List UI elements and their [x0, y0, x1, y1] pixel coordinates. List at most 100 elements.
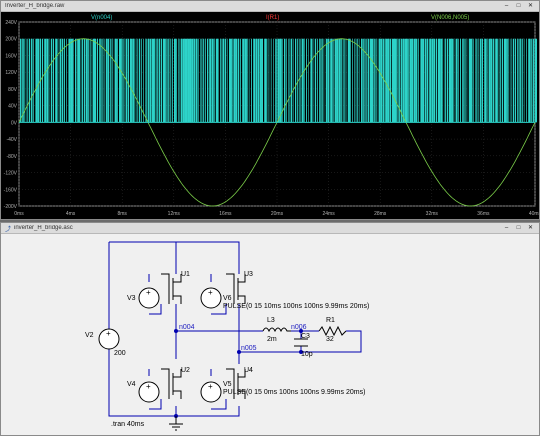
pwm-pulse: [462, 38, 464, 123]
waveform-plot[interactable]: V(n004) I(R1) V(N006,N005) 240V 200V 160V 120V…: [1, 12, 539, 219]
pwm-pulse: [427, 38, 429, 123]
pwm-pulse: [182, 38, 185, 123]
pwm-pulse: [191, 38, 194, 123]
pwm-pulse: [46, 38, 49, 123]
pwm-pulse: [64, 38, 65, 123]
pwm-pulse: [343, 38, 345, 123]
pwm-pulse: [255, 38, 258, 123]
pwm-pulse: [310, 38, 313, 123]
pwm-pulse: [378, 38, 381, 123]
source-plus-signs: + + + + +: [106, 288, 213, 391]
pwm-pulse: [389, 38, 392, 123]
svg-text:+: +: [146, 382, 151, 391]
pwm-pulse: [77, 38, 80, 123]
pwm-pulse: [475, 38, 477, 123]
pwm-pulse: [218, 38, 219, 123]
pwm-pulse: [424, 38, 427, 123]
x-tick-label: 0ms: [14, 211, 24, 217]
pwm-pulse: [42, 38, 44, 123]
pwm-pulse: [264, 38, 267, 123]
pwm-pulse: [464, 38, 466, 123]
pwm-pulse: [156, 38, 158, 123]
pwm-pulse: [233, 38, 236, 123]
pwm-pulse: [275, 38, 277, 123]
pwm-pulse: [235, 38, 238, 123]
pwm-pulse: [488, 38, 491, 123]
label-r1: R1: [326, 317, 335, 324]
minimize-icon[interactable]: –: [502, 224, 511, 232]
pwm-pulse: [189, 38, 192, 123]
pwm-pulse: [48, 38, 50, 123]
pwm-pulse: [416, 38, 418, 123]
schematic-icon: ⤴: [5, 226, 12, 233]
waveform-title: Inverter_H_bridge.raw: [5, 3, 65, 9]
pwm-pulse: [121, 38, 123, 123]
x-tick-label: 24ms: [322, 211, 335, 217]
y-tick-label: -120V: [4, 171, 18, 177]
pwm-pulse: [242, 38, 245, 123]
pwm-pulse: [372, 38, 374, 123]
mosfet-u2: [161, 368, 182, 399]
pwm-pulse: [86, 38, 88, 123]
pwm-pulse: [504, 38, 507, 123]
label-l3-value: 2m: [267, 336, 277, 343]
pwm-pulse: [83, 38, 86, 123]
pwm-pulse: [352, 38, 353, 123]
pwm-pulse: [433, 38, 436, 123]
close-icon[interactable]: ✕: [526, 2, 535, 10]
pwm-pulse: [499, 38, 501, 123]
schematic-canvas[interactable]: + + + + + U1 U3 U2 U4 V2 200 V3 V4 V6 PULSE(…: [1, 234, 539, 435]
pwm-pulse: [224, 38, 226, 123]
pwm-pulse: [110, 38, 112, 123]
inductor-l3: [262, 327, 291, 333]
pwm-pulse: [213, 38, 215, 123]
label-v6: V6: [223, 295, 232, 302]
pwm-pulse: [308, 38, 309, 123]
pwm-pulse: [328, 38, 330, 123]
pwm-pulse: [88, 38, 90, 123]
label-v5-value: PULSE(0 15 0ms 100ns 100ns 9.99ms 20ms): [223, 389, 365, 396]
pwm-pulse: [495, 38, 498, 123]
maximize-icon[interactable]: □: [514, 224, 523, 232]
y-tick-label: -40V: [6, 137, 17, 143]
pwm-pulse: [295, 38, 297, 123]
pwm-pulse: [33, 38, 34, 123]
pwm-pulse: [387, 38, 390, 123]
tran-directive[interactable]: .tran 40ms: [111, 421, 145, 428]
pwm-pulse: [196, 38, 198, 123]
pwm-pulse: [253, 38, 256, 123]
pwm-pulse: [281, 38, 283, 123]
pwm-pulse: [92, 38, 95, 123]
pwm-pulse: [127, 38, 130, 123]
pwm-pulse: [405, 38, 408, 123]
pwm-pulse: [94, 38, 97, 123]
pwm-pulse: [409, 38, 412, 123]
voltage-sources: [98, 287, 222, 403]
minimize-icon[interactable]: –: [502, 2, 511, 10]
pwm-pulse: [528, 38, 531, 123]
pwm-pulse: [202, 38, 204, 123]
pwm-pulse: [61, 38, 64, 123]
pwm-pulse: [35, 38, 38, 123]
pwm-pulse: [482, 38, 484, 123]
net-label-n005: n005: [241, 345, 257, 352]
x-tick-label: 12ms: [168, 211, 181, 217]
pwm-pulse: [341, 38, 343, 123]
pwm-pulse: [301, 38, 304, 123]
pwm-pulse: [248, 38, 250, 123]
pwm-pulse: [477, 38, 479, 123]
pwm-pulse: [369, 38, 373, 123]
legend-entry: I(R1): [266, 15, 279, 21]
pwm-pulse: [303, 38, 305, 123]
x-tick-label: 8ms: [117, 211, 127, 217]
maximize-icon[interactable]: □: [514, 2, 523, 10]
pwm-pulse: [306, 38, 307, 123]
pwm-pulse: [484, 38, 487, 123]
pwm-pulse: [81, 38, 83, 123]
pwm-pulse: [123, 38, 125, 123]
close-icon[interactable]: ✕: [526, 224, 535, 232]
pwm-pulse: [152, 38, 155, 123]
pwm-pulse: [50, 38, 53, 123]
label-u3: U3: [244, 271, 253, 278]
svg-text:+: +: [208, 382, 213, 391]
